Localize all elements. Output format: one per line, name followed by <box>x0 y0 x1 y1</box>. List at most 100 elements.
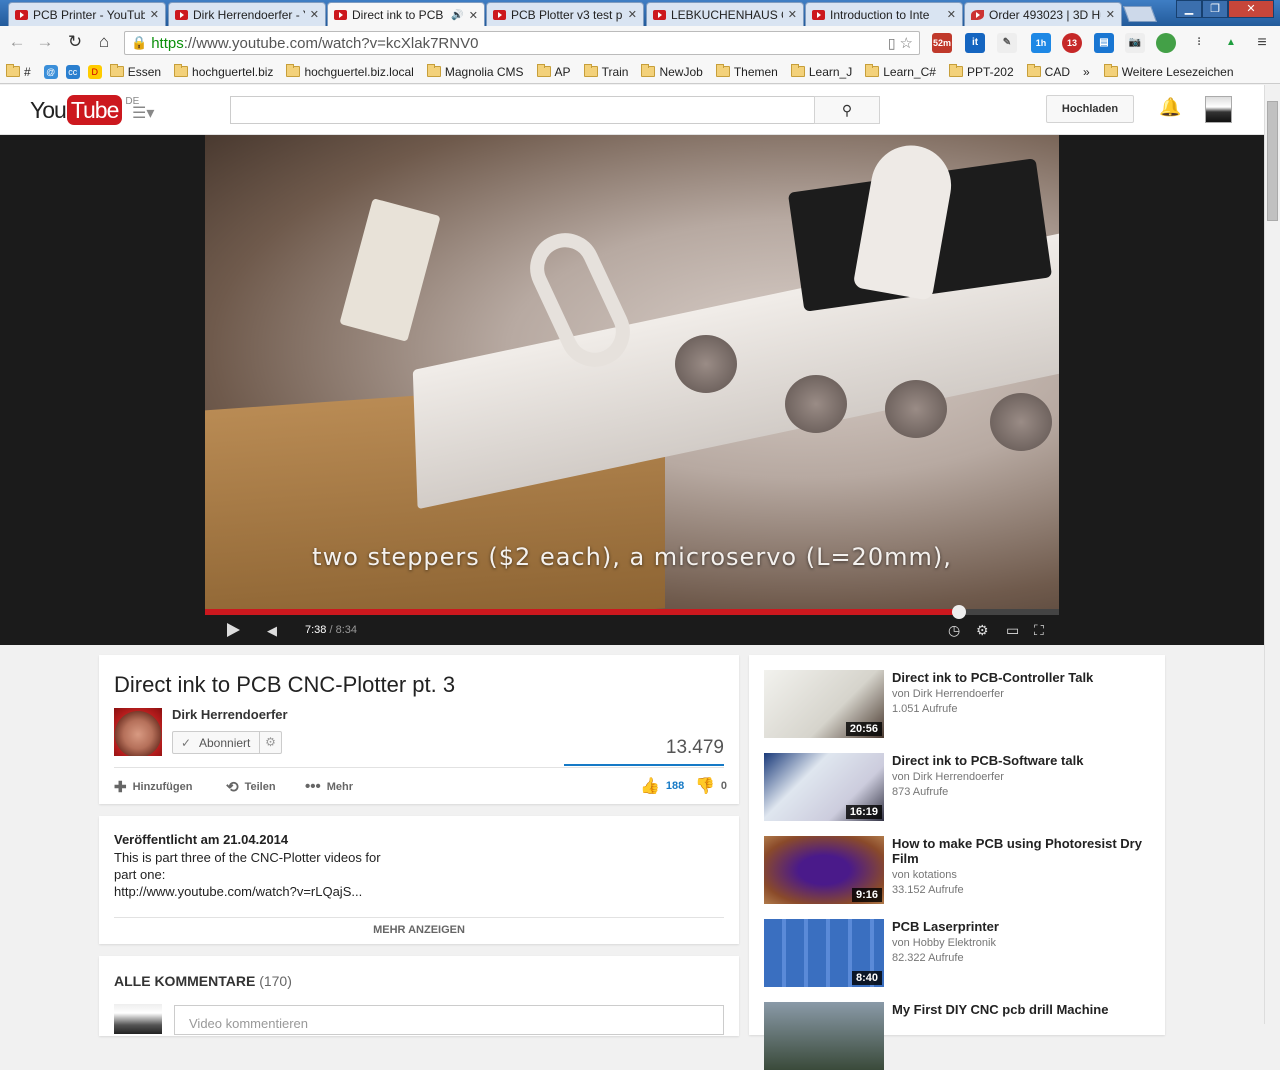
related-video-item[interactable]: My First DIY CNC pcb drill Machine <box>764 1002 1154 1070</box>
channel-name[interactable]: Dirk Herrendoerfer <box>172 707 288 722</box>
calendar-extension-icon[interactable]: 1h <box>1031 33 1051 53</box>
video-thumbnail[interactable]: 9:16 <box>764 836 884 904</box>
related-video-title[interactable]: How to make PCB using Photoresist Dry Fi… <box>892 836 1152 866</box>
bookmark-folder[interactable]: hochguertel.biz.local <box>286 64 414 79</box>
video-thumbnail[interactable]: 20:56 <box>764 670 884 738</box>
other-bookmarks-folder[interactable]: Weitere Lesezeichen <box>1103 64 1234 79</box>
settings-gear-icon[interactable]: ⚙ <box>976 622 989 639</box>
account-avatar[interactable] <box>1205 96 1232 123</box>
related-video-title[interactable]: Direct ink to PCB-Controller Talk <box>892 670 1152 685</box>
bookmark-item[interactable]: cc <box>65 64 80 79</box>
address-bar[interactable]: 🔒 https ://www.youtube.com/watch?v=kcXla… <box>124 31 920 55</box>
reload-icon[interactable]: ↻ <box>64 32 86 52</box>
camera-extension-icon[interactable]: 📷 <box>1125 33 1145 53</box>
subscription-settings-icon[interactable]: ⚙ <box>259 732 281 753</box>
bookmark-folder[interactable]: NewJob <box>641 64 703 79</box>
comment-input[interactable]: Video kommentieren <box>174 1005 724 1035</box>
close-window-button[interactable]: ✕ <box>1228 0 1274 18</box>
close-icon[interactable]: ✕ <box>150 8 159 21</box>
share-button[interactable]: ⟲ Teilen <box>226 778 276 796</box>
more-button[interactable]: ••• Mehr <box>305 778 353 795</box>
bookmark-item[interactable]: D <box>87 64 102 79</box>
note-extension-icon[interactable]: ✎ <box>997 33 1017 53</box>
bookmark-folder[interactable]: AP <box>536 64 571 79</box>
subscribed-button[interactable]: ✓ Abonniert ⚙ <box>172 731 282 754</box>
related-video-title[interactable]: PCB Laserprinter <box>892 919 1152 934</box>
notifications-bell-icon[interactable]: 🔔 <box>1159 97 1181 118</box>
bookmark-label: Train <box>601 64 629 79</box>
add-to-button[interactable]: ✚ Hinzufügen <box>114 778 192 796</box>
bookmark-folder[interactable]: Essen <box>109 64 161 79</box>
close-icon[interactable]: ✕ <box>469 9 478 22</box>
page-icon[interactable]: ▯ <box>888 35 896 52</box>
bookmark-folder[interactable]: CAD <box>1026 64 1070 79</box>
video-thumbnail[interactable]: 16:19 <box>764 753 884 821</box>
related-video-channel: von Dirk Herrendoerfer <box>892 688 1004 700</box>
volume-icon[interactable]: ◀ <box>267 623 277 639</box>
search-input[interactable] <box>230 96 815 124</box>
browser-tab[interactable]: PCB Printer - YouTube ✕ <box>8 2 166 26</box>
upload-button[interactable]: Hochladen <box>1046 95 1134 123</box>
browser-tab[interactable]: PCB Plotter v3 test print ✕ <box>486 2 644 26</box>
fullscreen-icon[interactable]: ⛶ <box>1034 622 1044 639</box>
related-video-item[interactable]: 20:56 Direct ink to PCB-Controller Talk … <box>764 670 1154 738</box>
search-button[interactable]: ⚲ <box>814 96 880 124</box>
it-extension-icon[interactable]: it <box>965 33 985 53</box>
video-duration: 16:19 <box>845 805 882 819</box>
bookmarks-overflow-button[interactable]: » <box>1083 65 1090 79</box>
video-thumbnail[interactable] <box>764 1002 884 1070</box>
page-scrollbar[interactable] <box>1264 85 1280 1024</box>
new-tab-button[interactable] <box>1123 6 1157 22</box>
back-icon[interactable]: ← <box>6 32 28 52</box>
video-frame[interactable]: two steppers ($2 each), a microservo (L=… <box>205 135 1059 610</box>
video-thumbnail[interactable]: 8:40 <box>764 919 884 987</box>
description-link[interactable]: http://www.youtube.com/watch?v=rLQajS... <box>114 884 362 899</box>
channel-avatar[interactable] <box>114 708 162 756</box>
related-video-title[interactable]: My First DIY CNC pcb drill Machine <box>892 1002 1152 1017</box>
traffic-extension-icon[interactable]: ⫶ <box>1189 33 1209 53</box>
play-icon[interactable] <box>227 623 240 637</box>
close-icon[interactable]: ✕ <box>1106 8 1115 21</box>
close-icon[interactable]: ✕ <box>947 8 956 21</box>
browser-tab[interactable]: Order 493023 | 3D Hubs ✕ <box>964 2 1122 26</box>
related-video-item[interactable]: 9:16 How to make PCB using Photoresist D… <box>764 836 1154 904</box>
bookmark-folder[interactable]: Train <box>583 64 629 79</box>
forward-icon[interactable]: → <box>34 32 56 52</box>
youtube-logo[interactable]: You Tube DE <box>30 95 139 125</box>
evernote-extension-icon[interactable] <box>1156 33 1176 53</box>
browser-tab[interactable]: LEBKUCHENHAUS CNC ✕ <box>646 2 804 26</box>
bookmark-item[interactable]: @ <box>43 64 58 79</box>
browser-tab[interactable]: Dirk Herrendoerfer - YouTube ✕ <box>168 2 326 26</box>
close-icon[interactable]: ✕ <box>788 8 797 21</box>
minimize-button[interactable]: ▁ <box>1176 0 1202 18</box>
theater-mode-icon[interactable]: ▭ <box>1006 622 1019 639</box>
show-more-button[interactable]: MEHR ANZEIGEN <box>99 924 739 936</box>
bookmark-star-icon[interactable]: ☆ <box>900 34 913 52</box>
drive-extension-icon[interactable]: ▲ <box>1221 33 1241 53</box>
home-icon[interactable]: ⌂ <box>93 32 115 52</box>
guide-menu-icon[interactable]: ☰▾ <box>132 103 154 123</box>
bookmark-folder[interactable]: Magnolia CMS <box>426 64 524 79</box>
related-video-item[interactable]: 8:40 PCB Laserprinter von Hobby Elektron… <box>764 919 1154 987</box>
related-video-title[interactable]: Direct ink to PCB-Software talk <box>892 753 1152 768</box>
timer-extension-icon[interactable]: 52m <box>932 33 952 53</box>
scrollbar-thumb[interactable] <box>1267 101 1278 221</box>
bookmark-folder[interactable]: PPT-202 <box>948 64 1014 79</box>
bookmark-folder[interactable]: Themen <box>715 64 778 79</box>
close-icon[interactable]: ✕ <box>310 8 319 21</box>
browser-tab[interactable]: Introduction to Inte ✕ <box>805 2 963 26</box>
dislike-button[interactable]: 👎 0 <box>695 776 727 796</box>
browser-tab-active[interactable]: Direct ink to PCB CNC-Plotter 🔊 ✕ <box>327 2 485 27</box>
bookmark-folder[interactable]: Learn_J <box>790 64 852 79</box>
restore-button[interactable]: ❐ <box>1202 0 1228 18</box>
adblock-extension-icon[interactable]: 13 <box>1062 33 1082 53</box>
watch-later-icon[interactable]: ◷ <box>948 622 960 639</box>
bookmark-folder[interactable]: Learn_C# <box>865 64 936 79</box>
menu-icon[interactable]: ≡ <box>1252 33 1272 53</box>
bookmark-folder[interactable]: hochguertel.biz <box>174 64 273 79</box>
bookmark-folder[interactable]: # <box>6 64 31 79</box>
like-button[interactable]: 👍 188 <box>640 776 684 796</box>
close-icon[interactable]: ✕ <box>628 8 637 21</box>
window-extension-icon[interactable]: ▤ <box>1094 33 1114 53</box>
related-video-item[interactable]: 16:19 Direct ink to PCB-Software talk vo… <box>764 753 1154 821</box>
